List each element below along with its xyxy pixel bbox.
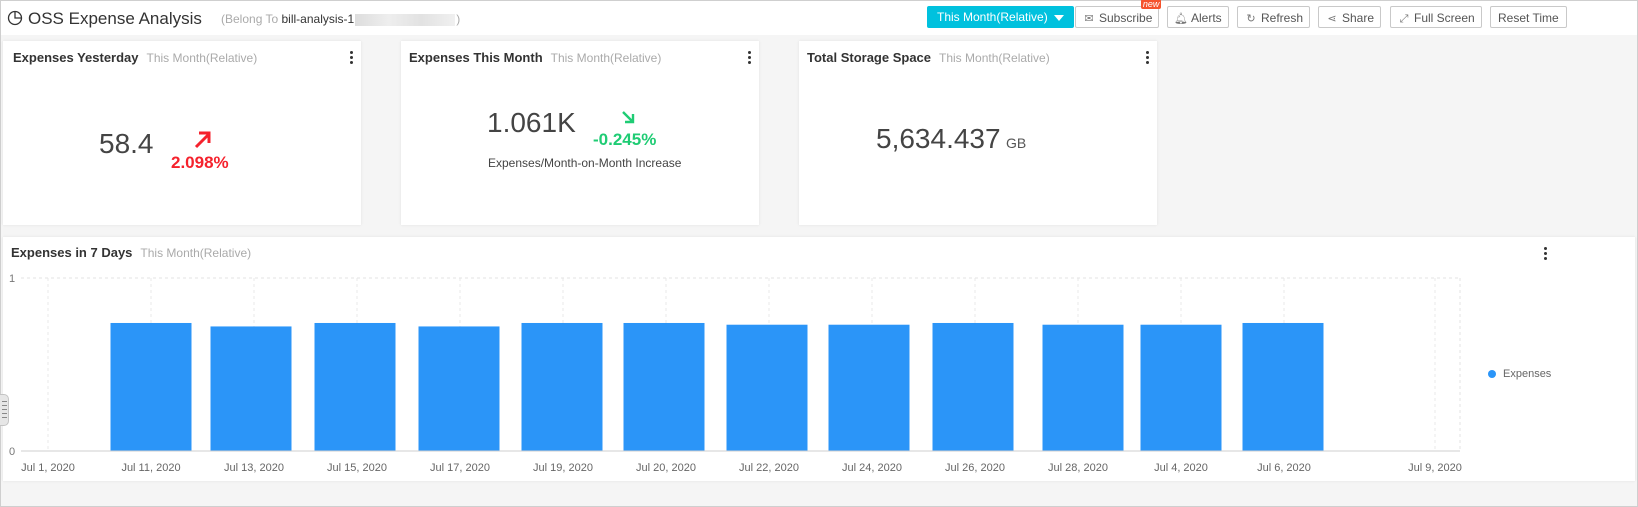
arrow-down-right-icon	[622, 111, 635, 124]
alerts-button[interactable]: 🔔︎ Alerts	[1167, 6, 1229, 28]
bar-10	[1042, 324, 1124, 451]
reset-time-label: Reset Time	[1498, 11, 1559, 25]
x-tick-label: Jul 6, 2020	[1257, 462, 1311, 474]
card-range: This Month(Relative)	[146, 51, 258, 65]
bar-chart: 0 1 Jul 1, 2020 Jul 11, 2020 Jul 13, 2020 Jul…	[9, 273, 1462, 474]
drag-handle[interactable]	[0, 394, 9, 426]
x-tick-label: Jul 20, 2020	[636, 462, 696, 474]
card-title-text: Expenses This Month	[409, 50, 543, 65]
share-label: Share	[1342, 11, 1375, 25]
card-title: Expenses Yesterday This Month(Relative)	[13, 50, 257, 65]
share-icon: ⋖	[1327, 13, 1337, 25]
bar-11	[1140, 324, 1222, 451]
card-title-text: Total Storage Space	[807, 50, 932, 65]
bar-1	[110, 322, 192, 451]
metric-change: -0.245%	[593, 130, 657, 149]
dashboard-frame: OSS Expense Analysis (Belong To bill-ana…	[0, 0, 1638, 507]
refresh-button[interactable]: ↻ Refresh	[1237, 6, 1311, 28]
card-total-storage: Total Storage Space This Month(Relative) …	[799, 41, 1157, 225]
subscribe-button[interactable]: ✉ Subscribe new	[1075, 0, 1162, 28]
share-button[interactable]: ⋖ Share	[1318, 6, 1382, 28]
more-icon[interactable]	[1146, 51, 1150, 65]
caret-down-icon	[1053, 14, 1064, 21]
x-tick-label: Jul 15, 2020	[327, 462, 387, 474]
metric-caption: Expenses/Month-on-Month Increase	[488, 156, 682, 170]
x-tick-label: Jul 26, 2020	[945, 462, 1005, 474]
page-title: OSS Expense Analysis	[28, 9, 202, 28]
bar-2	[210, 326, 292, 451]
card-range: This Month(Relative)	[939, 51, 1050, 65]
legend-marker[interactable]	[1488, 370, 1496, 378]
bar-3	[314, 322, 396, 451]
reset-time-button[interactable]: Reset Time	[1490, 6, 1567, 28]
card-expenses-this-month: Expenses This Month This Month(Relative) …	[401, 41, 759, 225]
bell-icon: 🔔︎	[1174, 13, 1188, 25]
refresh-icon: ↻	[1246, 13, 1256, 25]
x-tick-label: Jul 22, 2020	[739, 462, 799, 474]
x-tick-label: Jul 11, 2020	[121, 462, 180, 474]
metric-unit: GB	[1006, 135, 1027, 151]
arrow-up-right-icon	[194, 131, 211, 149]
time-range-dropdown[interactable]: This Month(Relative)	[927, 6, 1074, 28]
dashboard-header: OSS Expense Analysis (Belong To bill-ana…	[1, 0, 1637, 35]
project-info: (Belong To bill-analysis-1)	[221, 12, 460, 26]
expand-icon: ⤢	[1399, 13, 1409, 25]
alerts-label: Alerts	[1191, 11, 1222, 25]
bar-6	[623, 322, 705, 451]
bar-7	[726, 324, 808, 451]
full-screen-label: Full Screen	[1414, 11, 1475, 25]
card-expenses-yesterday: Expenses Yesterday This Month(Relative) 5…	[3, 41, 361, 225]
belong-suffix: )	[456, 12, 461, 26]
refresh-label: Refresh	[1261, 11, 1304, 25]
card-title: Expenses This Month This Month(Relative)	[409, 50, 661, 65]
new-badge: new	[1140, 0, 1162, 9]
project-name: bill-analysis-1	[281, 12, 355, 26]
bar-8	[828, 324, 910, 451]
card-title-text: Expenses Yesterday	[13, 50, 139, 65]
x-tick-label: Jul 4, 2020	[1154, 462, 1208, 474]
subscribe-label: Subscribe	[1099, 11, 1153, 25]
y-tick-label: 1	[9, 273, 15, 285]
x-tick-label: Jul 24, 2020	[842, 462, 902, 474]
x-tick-label: Jul 9, 2020	[1408, 462, 1462, 474]
time-range-label: This Month(Relative)	[937, 10, 1048, 24]
bar-12	[1242, 322, 1324, 451]
more-icon[interactable]	[748, 51, 752, 65]
x-tick-label: Jul 1, 2020	[21, 462, 75, 474]
belong-prefix: (Belong To	[221, 12, 282, 26]
metric-change: 2.098%	[171, 153, 229, 172]
full-screen-button[interactable]: ⤢ Full Screen	[1390, 6, 1482, 28]
x-tick-label: Jul 13, 2020	[224, 462, 284, 474]
chart-panel: Expenses in 7 Days This Month(Relative) 0…	[3, 237, 1635, 481]
mail-icon: ✉	[1084, 13, 1094, 25]
pie-chart-icon	[7, 10, 23, 26]
metric-value: 5,634.437	[876, 123, 1001, 154]
bar-9	[932, 322, 1014, 451]
x-tick-label: Jul 19, 2020	[533, 462, 593, 474]
card-title: Total Storage Space This Month(Relative)	[807, 50, 1050, 65]
x-tick-label: Jul 28, 2020	[1048, 462, 1108, 474]
y-tick-label: 0	[9, 446, 15, 458]
redacted-text	[355, 13, 456, 26]
metric-value: 58.4	[99, 128, 154, 159]
metric-value: 1.061K	[487, 107, 576, 138]
more-icon[interactable]	[350, 51, 354, 65]
legend-label[interactable]: Expenses	[1503, 368, 1551, 380]
bar-5	[521, 322, 603, 451]
bar-4	[418, 326, 500, 451]
card-range: This Month(Relative)	[550, 51, 662, 65]
x-tick-label: Jul 17, 2020	[430, 462, 490, 474]
